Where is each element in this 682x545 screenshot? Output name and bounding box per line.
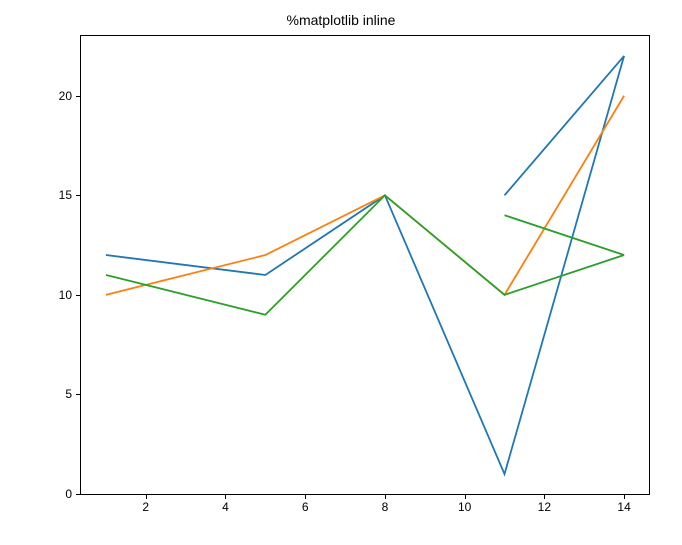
x-tick-label: 4 [222, 500, 229, 514]
x-tick-mark [385, 495, 386, 499]
x-tick-label: 10 [458, 500, 471, 514]
line-series3b [505, 215, 625, 255]
chart-container: %matplotlib inline 0 5 10 15 20 2 4 6 8 10 12 14 [0, 0, 682, 545]
y-tick-mark [76, 494, 80, 495]
y-tick-label: 20 [42, 89, 72, 103]
y-tick-mark [76, 96, 80, 97]
x-tick-mark [146, 495, 147, 499]
x-tick-label: 12 [538, 500, 551, 514]
x-tick-mark [225, 495, 226, 499]
line-series3 [106, 195, 624, 314]
y-tick-label: 10 [42, 288, 72, 302]
x-tick-mark [305, 495, 306, 499]
line-series1 [106, 56, 624, 474]
y-tick-label: 5 [42, 387, 72, 401]
x-tick-mark [544, 495, 545, 499]
x-tick-label: 6 [302, 500, 309, 514]
x-tick-label: 14 [617, 500, 630, 514]
x-tick-mark [624, 495, 625, 499]
y-tick-label: 15 [42, 188, 72, 202]
y-tick-mark [76, 295, 80, 296]
x-tick-mark [465, 495, 466, 499]
chart-lines [80, 35, 650, 495]
x-tick-label: 2 [142, 500, 149, 514]
y-tick-mark [76, 394, 80, 395]
chart-title: %matplotlib inline [287, 12, 396, 28]
y-tick-mark [76, 195, 80, 196]
y-tick-label: 0 [42, 487, 72, 501]
x-tick-label: 8 [382, 500, 389, 514]
